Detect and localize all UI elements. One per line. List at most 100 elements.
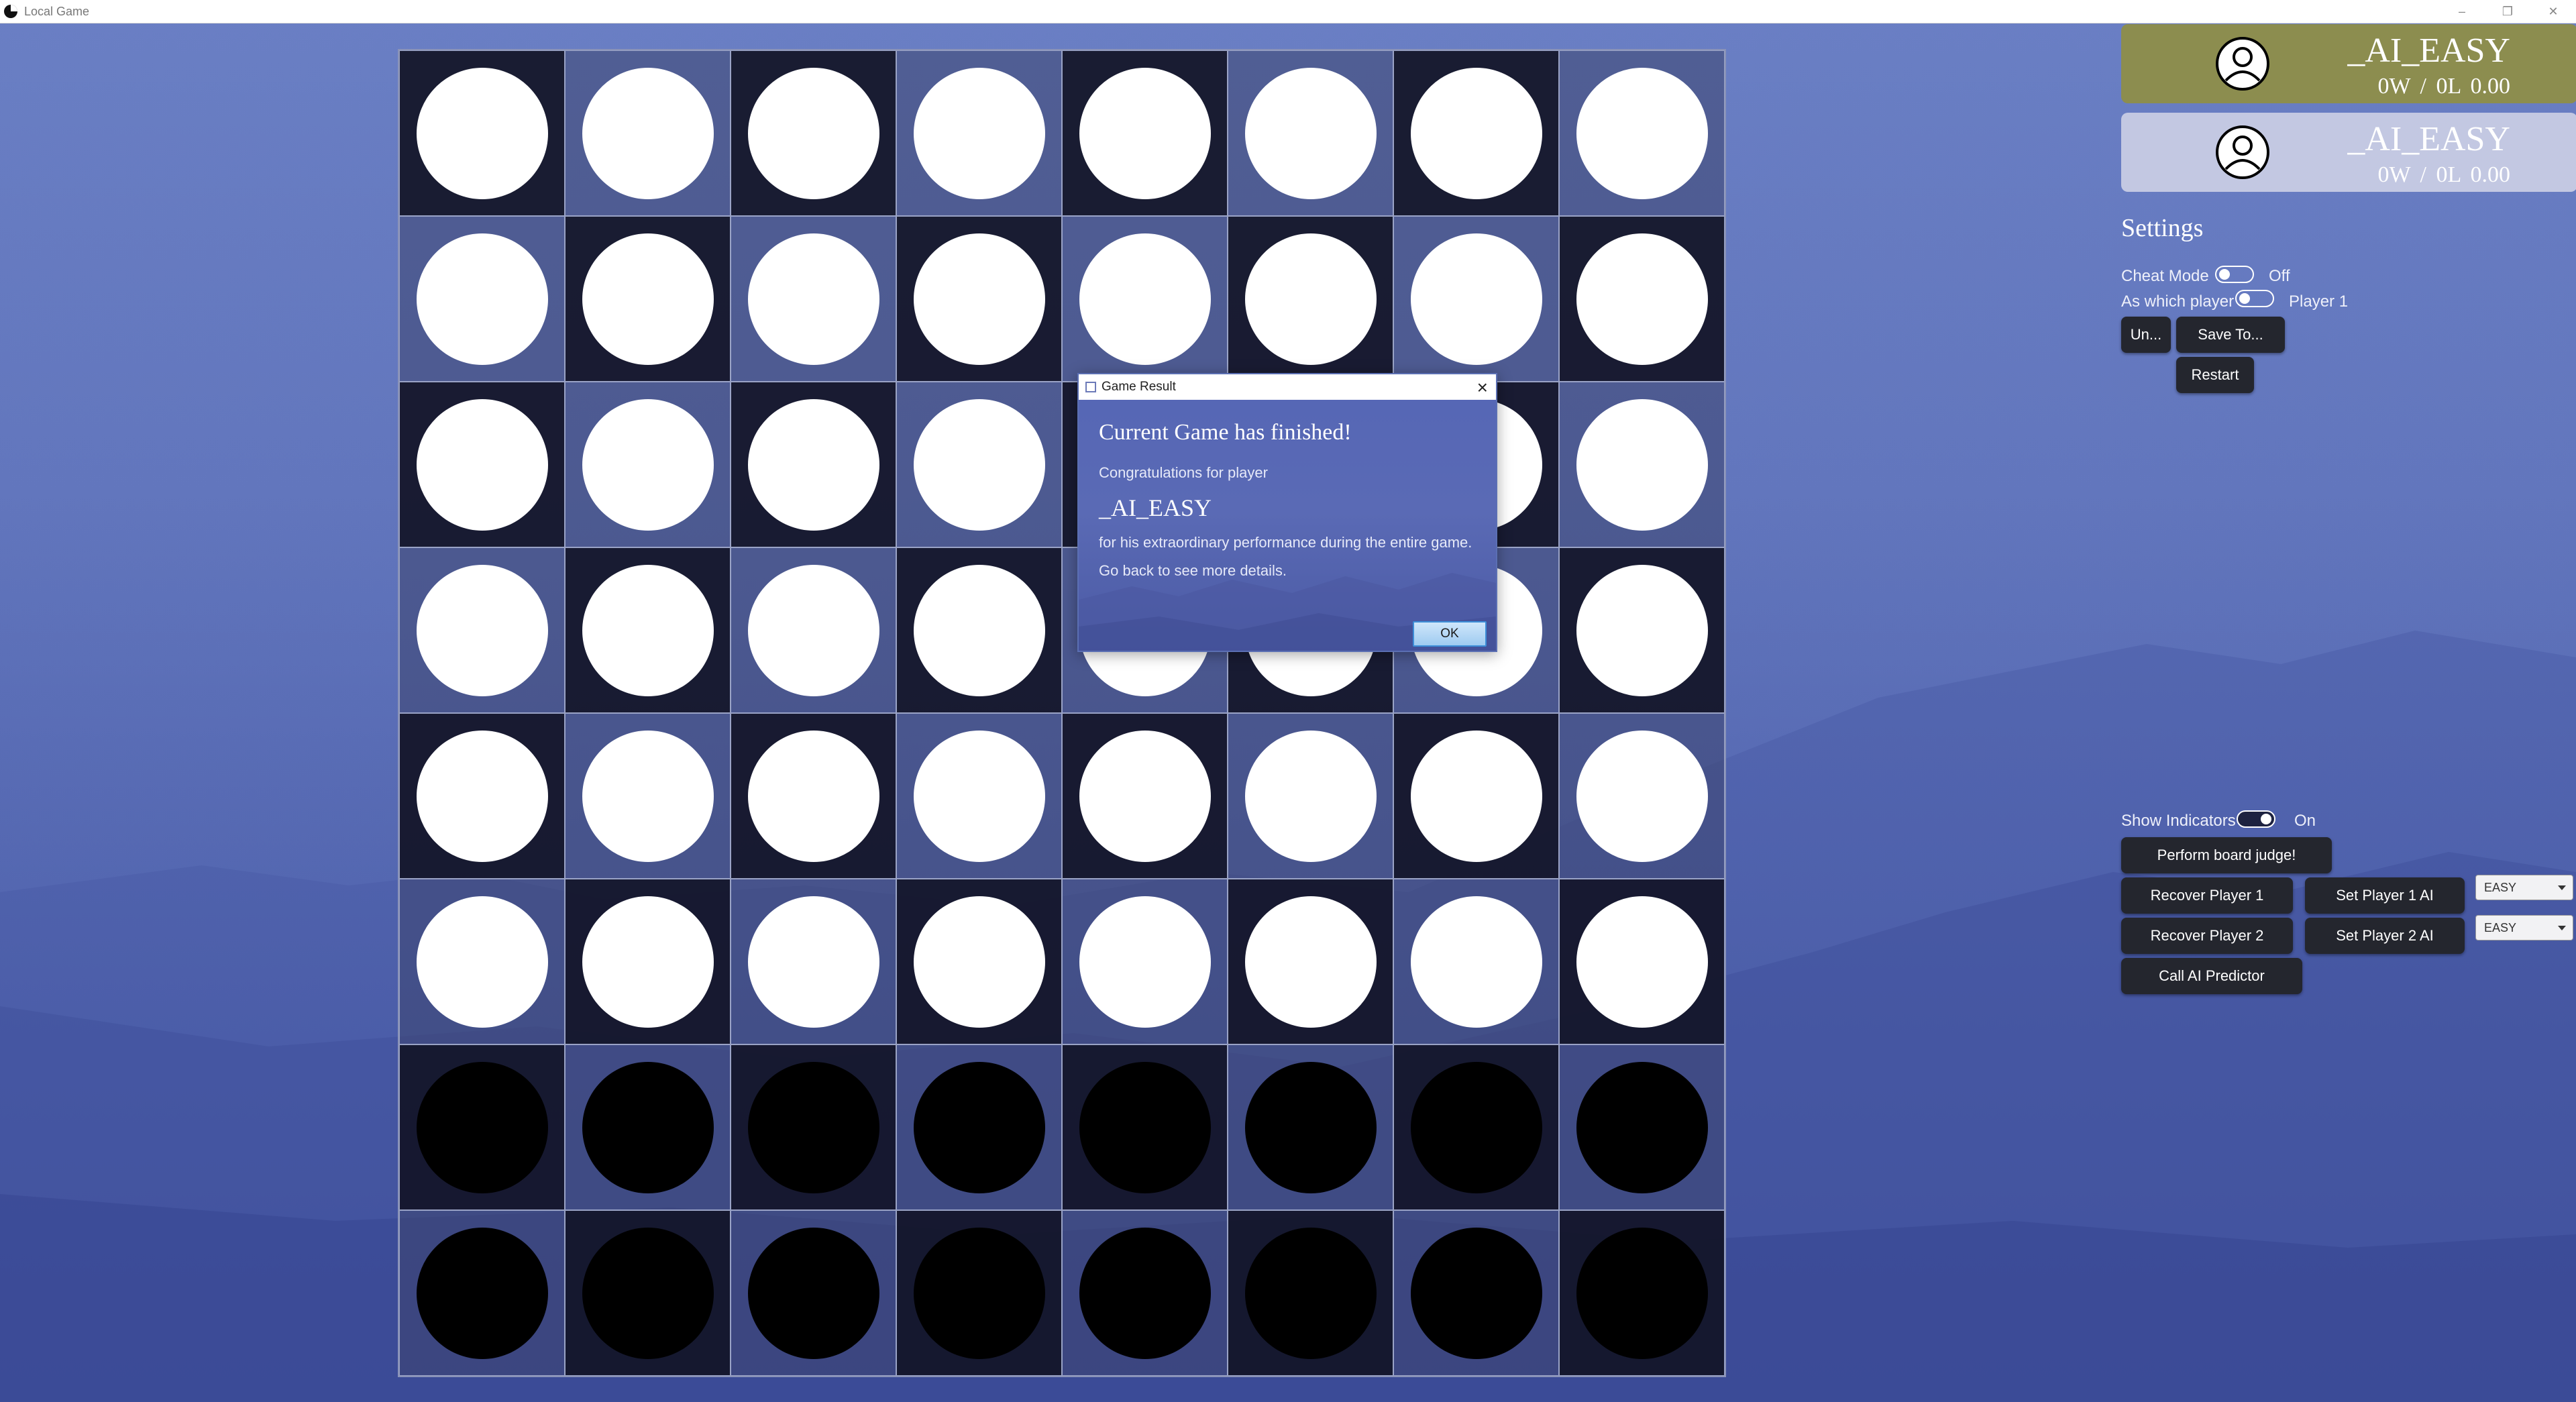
white-piece [416,564,548,696]
board-cell[interactable] [896,1044,1062,1210]
set-player-2-ai-button[interactable]: Set Player 2 AI [2305,918,2465,954]
maximize-button[interactable]: ❐ [2485,0,2530,23]
board-cell[interactable] [896,216,1062,382]
board-cell[interactable] [565,1044,731,1210]
white-piece [747,730,879,862]
player-1-ratio: 0.00 [2470,74,2511,99]
perform-board-judge-button[interactable]: Perform board judge! [2121,837,2332,873]
board-cell[interactable] [1559,1044,1725,1210]
show-indicators-label: Show Indicators [2121,812,2236,830]
board-cell[interactable] [399,1044,565,1210]
white-piece [1576,233,1708,365]
cheat-mode-toggle[interactable] [2215,266,2254,283]
board-cell[interactable] [1393,216,1559,382]
white-piece [416,896,548,1028]
board-cell[interactable] [565,382,731,547]
board-cell[interactable] [896,879,1062,1044]
board-cell[interactable] [731,216,896,382]
board-cell[interactable] [1393,879,1559,1044]
board-cell[interactable] [399,216,565,382]
board-cell[interactable] [731,547,896,713]
board-cell[interactable] [1062,1210,1228,1376]
board-cell[interactable] [399,382,565,547]
board-cell[interactable] [1062,50,1228,216]
board-cell[interactable] [896,1210,1062,1376]
board-cell[interactable] [1559,1210,1725,1376]
white-piece [582,233,714,365]
board-cell[interactable] [731,1210,896,1376]
show-indicators-toggle[interactable] [2237,810,2275,828]
close-window-button[interactable]: ✕ [2530,0,2576,23]
board-cell[interactable] [1559,547,1725,713]
board-cell[interactable] [1393,1044,1559,1210]
window-titlebar: Local Game – ❐ ✕ [0,0,2576,23]
board-cell[interactable] [731,382,896,547]
board-cell[interactable] [1062,216,1228,382]
board-cell[interactable] [565,1210,731,1376]
board-cell[interactable] [1062,879,1228,1044]
restart-button[interactable]: Restart [2176,357,2254,393]
recover-player-2-button[interactable]: Recover Player 2 [2121,918,2293,954]
board-cell[interactable] [1228,50,1393,216]
board-cell[interactable] [1228,1210,1393,1376]
board-cell[interactable] [399,1210,565,1376]
board-cell[interactable] [565,879,731,1044]
board-cell[interactable] [1393,713,1559,879]
white-piece [1244,233,1377,365]
board-cell[interactable] [1228,1044,1393,1210]
board-cell[interactable] [565,216,731,382]
board-cell[interactable] [399,713,565,879]
board-cell[interactable] [731,879,896,1044]
white-piece [416,398,548,531]
board-cell[interactable] [565,547,731,713]
show-indicators-state: On [2294,812,2316,830]
board-cell[interactable] [896,547,1062,713]
board-cell[interactable] [1228,216,1393,382]
player-2-ai-level-select[interactable]: EASY [2475,915,2573,940]
white-piece [913,398,1045,531]
white-piece [1079,233,1211,365]
black-piece [747,1227,879,1359]
board-cell[interactable] [399,547,565,713]
board-cell[interactable] [1228,879,1393,1044]
board-cell[interactable] [731,713,896,879]
player-1-ai-level-select[interactable]: EASY [2475,875,2573,900]
as-which-player-value: Player 1 [2289,292,2349,311]
board-cell[interactable] [1559,50,1725,216]
board-cell[interactable] [565,713,731,879]
board-cell[interactable] [565,50,731,216]
undo-button[interactable]: Un... [2121,317,2171,353]
board-cell[interactable] [1062,1044,1228,1210]
board-cell[interactable] [896,382,1062,547]
board-cell[interactable] [1393,1210,1559,1376]
as-which-player-toggle[interactable] [2235,290,2274,307]
board-cell[interactable] [1559,713,1725,879]
board-cell[interactable] [1559,382,1725,547]
save-to-button[interactable]: Save To... [2176,317,2285,353]
black-piece [1410,1061,1542,1193]
close-icon[interactable]: × [1477,377,1488,398]
player-1-losses: 0L [2436,74,2461,99]
board-cell[interactable] [1393,50,1559,216]
call-ai-predictor-button[interactable]: Call AI Predictor [2121,958,2302,994]
board-cell[interactable] [731,1044,896,1210]
board-cell[interactable] [1559,216,1725,382]
recover-player-1-button[interactable]: Recover Player 1 [2121,877,2293,914]
dialog-window-icon [1085,382,1096,392]
board-cell[interactable] [1062,713,1228,879]
board-cell[interactable] [1228,713,1393,879]
board-cell[interactable] [399,879,565,1044]
game-board [398,49,1726,1377]
board-cell[interactable] [731,50,896,216]
minimize-button[interactable]: – [2439,0,2485,23]
board-cell[interactable] [896,713,1062,879]
board-cell[interactable] [399,50,565,216]
player-card-2: _AI_EASY 0W / 0L 0.00 [2121,113,2576,192]
board-cell[interactable] [1559,879,1725,1044]
player-1-stats: 0W / 0L 0.00 [2378,74,2510,99]
ok-button[interactable]: OK [1413,621,1487,647]
board-cell[interactable] [896,50,1062,216]
white-piece [1576,67,1708,199]
set-player-1-ai-button[interactable]: Set Player 1 AI [2305,877,2465,914]
black-piece [747,1061,879,1193]
